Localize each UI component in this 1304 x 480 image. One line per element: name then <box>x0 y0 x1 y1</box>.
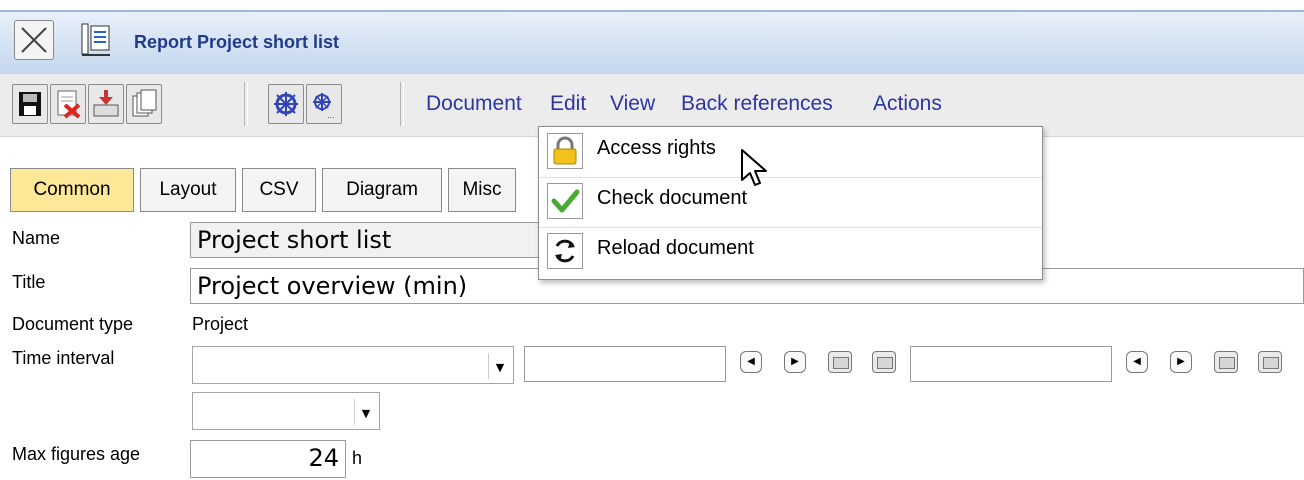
menu-item-access-rights[interactable]: Access rights <box>539 127 1042 178</box>
reload-document-label: Reload document <box>597 237 754 259</box>
chevron-left-icon: ◀ <box>747 356 755 367</box>
name-field[interactable]: Project short list <box>190 222 550 258</box>
calendar-end-alt-button[interactable] <box>1258 351 1282 373</box>
calendar-start-alt-button[interactable] <box>872 351 896 373</box>
save-button[interactable] <box>12 84 48 124</box>
delete-button[interactable] <box>50 84 86 124</box>
check-icon <box>547 183 583 219</box>
menu-item-reload-document[interactable]: Reload document <box>539 227 1042 277</box>
max-figures-age-input[interactable]: 24 <box>190 440 346 478</box>
export-button[interactable] <box>88 84 124 124</box>
document-type-label: Document type <box>12 314 134 334</box>
menu-edit[interactable]: Edit <box>550 92 586 116</box>
chevron-right-icon: ▶ <box>791 356 799 367</box>
menu-actions[interactable]: Actions <box>873 92 942 116</box>
menu-item-check-document[interactable]: Check document <box>539 177 1042 228</box>
interval-end-input[interactable] <box>910 346 1112 382</box>
calendar-end-button[interactable] <box>1214 351 1238 373</box>
next-end-button[interactable]: ▶ <box>1170 351 1192 373</box>
document-type-value: Project <box>192 314 249 334</box>
report-icon <box>80 22 112 58</box>
toolbar-separator <box>400 82 404 126</box>
chevron-down-icon: ▼ <box>488 353 511 379</box>
chevron-left-icon: ◀ <box>1133 356 1141 367</box>
max-figures-age-value: 24 <box>308 444 339 472</box>
actions-dropdown: Access rights Check document Reload docu… <box>538 126 1043 280</box>
lock-icon <box>547 133 583 169</box>
menu-view[interactable]: View <box>610 92 655 116</box>
view-small-button[interactable]: ... <box>306 84 342 124</box>
tab-diagram[interactable]: Diagram <box>322 168 442 212</box>
time-interval-select[interactable]: ▼ <box>192 346 514 384</box>
title-label: Title <box>12 272 46 292</box>
interval-start-input[interactable] <box>524 346 726 382</box>
prev-start-button[interactable]: ◀ <box>740 351 762 373</box>
close-button[interactable] <box>14 20 54 60</box>
tab-layout[interactable]: Layout <box>140 168 236 212</box>
copy-icon <box>132 89 157 117</box>
access-rights-label: Access rights <box>597 137 716 159</box>
window-title: Report Project short list <box>134 32 340 52</box>
svg-text:...: ... <box>327 111 335 120</box>
view-button[interactable] <box>268 84 304 124</box>
prev-end-button[interactable]: ◀ <box>1126 351 1148 373</box>
interval-unit-select[interactable]: ▼ <box>192 392 380 430</box>
time-interval-label: Time interval <box>12 348 115 368</box>
chevron-right-icon: ▶ <box>1177 356 1185 367</box>
next-start-button[interactable]: ▶ <box>784 351 806 373</box>
reload-icon <box>547 233 583 269</box>
max-figures-age-unit: h <box>352 448 363 468</box>
cursor-icon <box>740 148 770 194</box>
calendar-start-button[interactable] <box>828 351 852 373</box>
max-figures-age-label: Max figures age <box>12 444 141 464</box>
tab-csv[interactable]: CSV <box>242 168 316 212</box>
tab-common[interactable]: Common <box>10 168 134 212</box>
menu-back-references[interactable]: Back references <box>681 92 833 116</box>
copy-button[interactable] <box>126 84 162 124</box>
tab-misc[interactable]: Misc <box>448 168 516 212</box>
name-value: Project short list <box>197 226 392 254</box>
view-small-icon: ... <box>313 93 335 120</box>
check-document-label: Check document <box>597 187 748 209</box>
view-icon <box>274 92 298 116</box>
export-icon <box>93 90 119 117</box>
toolbar-separator <box>244 82 248 126</box>
close-icon <box>21 27 47 53</box>
save-icon <box>19 92 41 116</box>
chevron-down-icon: ▼ <box>354 399 377 425</box>
name-label: Name <box>12 228 61 248</box>
menu-document[interactable]: Document <box>426 92 522 116</box>
delete-icon <box>57 90 81 119</box>
